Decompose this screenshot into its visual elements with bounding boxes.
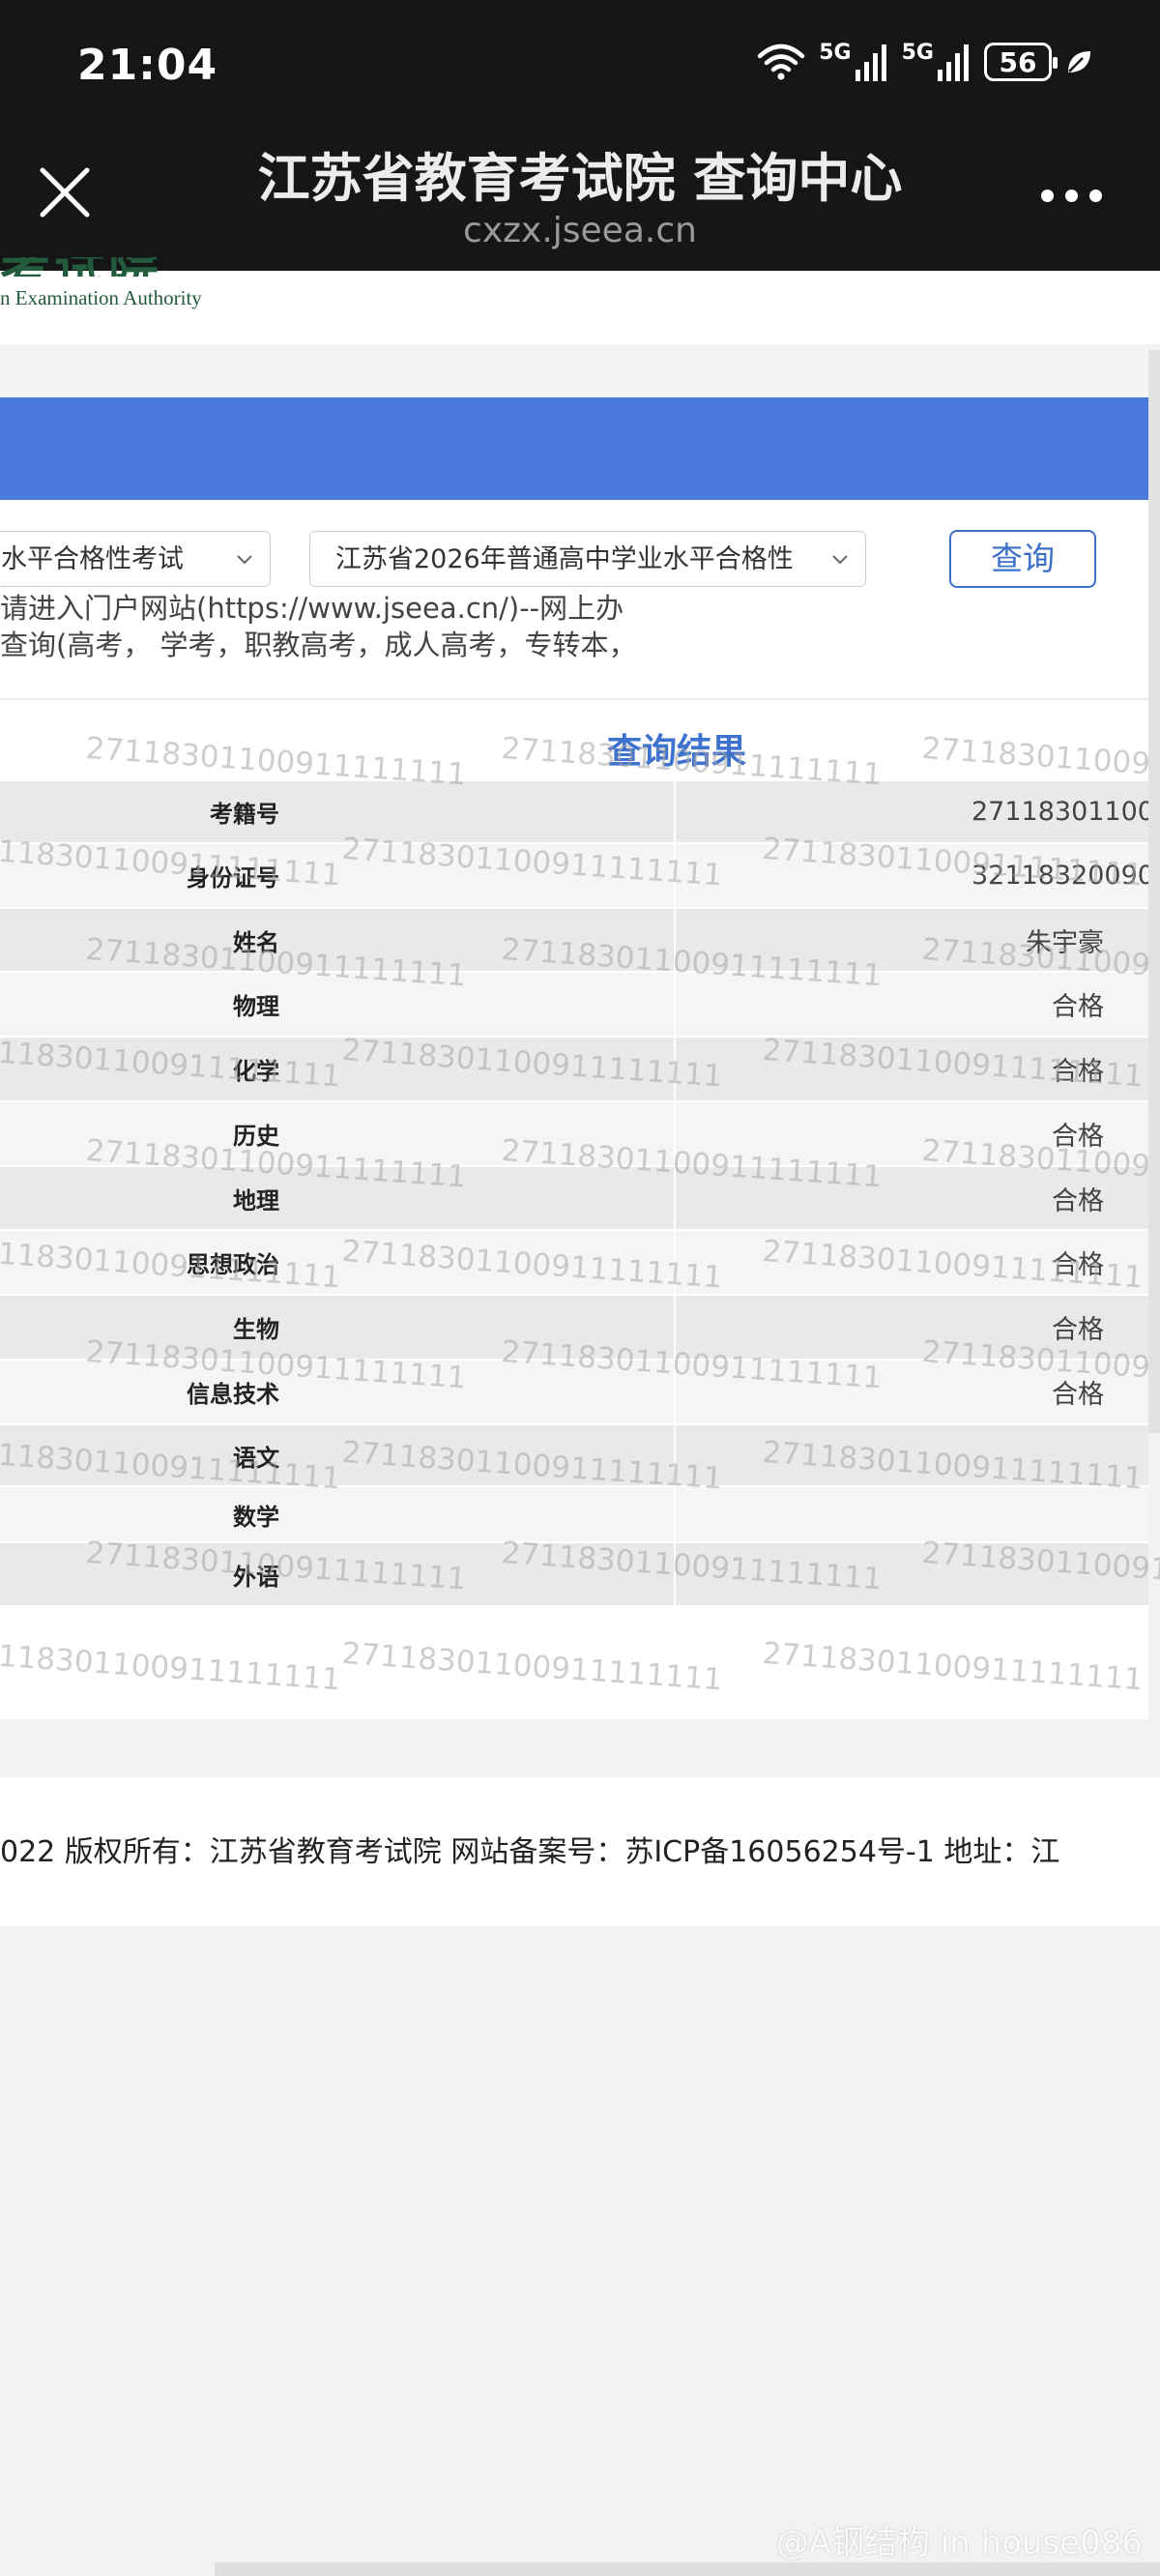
row-label: 地理 [0,1167,676,1229]
results-title: 查询结果 [606,732,746,772]
row-label: 化学 [0,1038,676,1100]
leaf-icon [1065,48,1092,75]
row-label: 信息技术 [0,1361,676,1423]
exam-type-value: 水平合格性考试 [1,544,184,574]
status-time: 21:04 [77,41,218,90]
logo-band: 考试院 n Examination Authority [0,257,1160,344]
blue-banner [0,397,1148,500]
row-label: 姓名 [0,909,676,971]
query-button[interactable]: 查询 [949,530,1096,588]
table-row: 思想政治 合格 [0,1231,1148,1296]
row-label: 历史 [0,1102,676,1165]
exam-type-select[interactable]: 水平合格性考试 [0,531,271,587]
row-label: 身份证号 [0,844,676,907]
logo-mark: 考试院 [0,257,182,277]
page-url: cxzx.jseea.cn [463,211,697,250]
table-row: 历史 合格 [0,1102,1148,1167]
table-row: 生物 合格 [0,1296,1148,1361]
spacer [0,1719,1160,1777]
exam-session-value: 江苏省2026年普通高中学业水平合格性 [335,544,794,574]
exam-session-select[interactable]: 江苏省2026年普通高中学业水平合格性 [309,531,866,587]
network-type-2: 5G [901,41,934,65]
cellular-signal-2: 5G [902,43,971,81]
row-value: 合格 [1052,1315,1104,1345]
table-row: 考籍号 27118301100 [0,781,1148,844]
row-label: 物理 [0,973,676,1036]
row-value [676,1487,1148,1541]
notice-line-2: 查询(高考， 学考，职教高考，成人高考，专转本， [0,629,637,661]
battery-level: 56 [999,45,1037,78]
row-value: 合格 [1052,1250,1104,1280]
signal-bars-icon [855,43,888,81]
signal-bars-icon [938,43,971,81]
row-value: 合格 [1052,1186,1104,1216]
table-row: 信息技术 合格 [0,1361,1148,1425]
row-value: 27118301100 [972,797,1148,827]
network-type-1: 5G [819,41,852,65]
credit-watermark: @A钢结构 in house086 [775,2524,1143,2562]
row-value: 合格 [1052,1380,1104,1410]
row-value: 合格 [1052,1122,1104,1152]
row-label: 外语 [0,1543,676,1605]
status-icons: 5G 5G 56 [757,43,1092,81]
footer: 022 版权所有：江苏省教育考试院 网站备案号：苏ICP备16056254号-1… [0,1777,1160,1926]
watermark-text: 27118301100911111111 [0,1636,342,1698]
row-value: 32118320090614 [972,861,1148,891]
row-label: 思想政治 [0,1231,676,1294]
table-row: 地理 合格 [0,1167,1148,1231]
notice-line-1: 请进入门户网站(https://www.jseea.cn/)--网上办 [0,592,624,625]
row-value: 朱宇豪 [1026,927,1104,958]
row-value: 合格 [1052,1057,1104,1087]
wifi-icon [757,43,805,81]
table-row: 姓名 朱宇豪 [0,909,1148,973]
logo-subtitle: n Examination Authority [0,286,202,309]
table-row: 语文 [0,1425,1148,1487]
watermark-text: 27118301100911111111 [761,1636,1145,1698]
page-title: 江苏省教育考试院 查询中心 [257,148,903,209]
bottom-scroll-handle[interactable] [215,2562,1160,2576]
row-label: 考籍号 [0,781,676,842]
table-row: 外语 [0,1543,1148,1607]
chevron-down-icon [830,532,850,586]
divider [0,698,1148,700]
table-row: 物理 合格 [0,973,1148,1038]
row-value: 合格 [1052,992,1104,1022]
main-content: 水平合格性考试 江苏省2026年普通高中学业水平合格性 查询 请进入门户网站(h… [0,344,1160,1898]
chevron-down-icon [235,532,254,586]
row-label: 生物 [0,1296,676,1359]
app-header: 21:04 5G 5G 56 江苏省教育考试院 查询中心 cxzx.jseea.… [0,0,1160,271]
cellular-signal-1: 5G [819,43,887,81]
row-label: 数学 [0,1487,676,1541]
spacer [0,344,1148,397]
table-row: 数学 [0,1487,1148,1543]
table-row: 化学 合格 [0,1038,1148,1102]
vertical-scrollbar[interactable] [1148,350,1160,1433]
battery-icon: 56 [984,43,1058,81]
table-row: 身份证号 32118320090614 [0,844,1148,909]
row-label: 语文 [0,1425,676,1485]
watermark-text: 27118301100911111111 [340,1636,724,1698]
row-value [676,1543,1148,1605]
more-options-icon[interactable] [1041,190,1102,202]
row-value [676,1425,1148,1485]
footer-text: 022 版权所有：江苏省教育考试院 网站备案号：苏ICP备16056254号-1… [0,1835,1060,1869]
